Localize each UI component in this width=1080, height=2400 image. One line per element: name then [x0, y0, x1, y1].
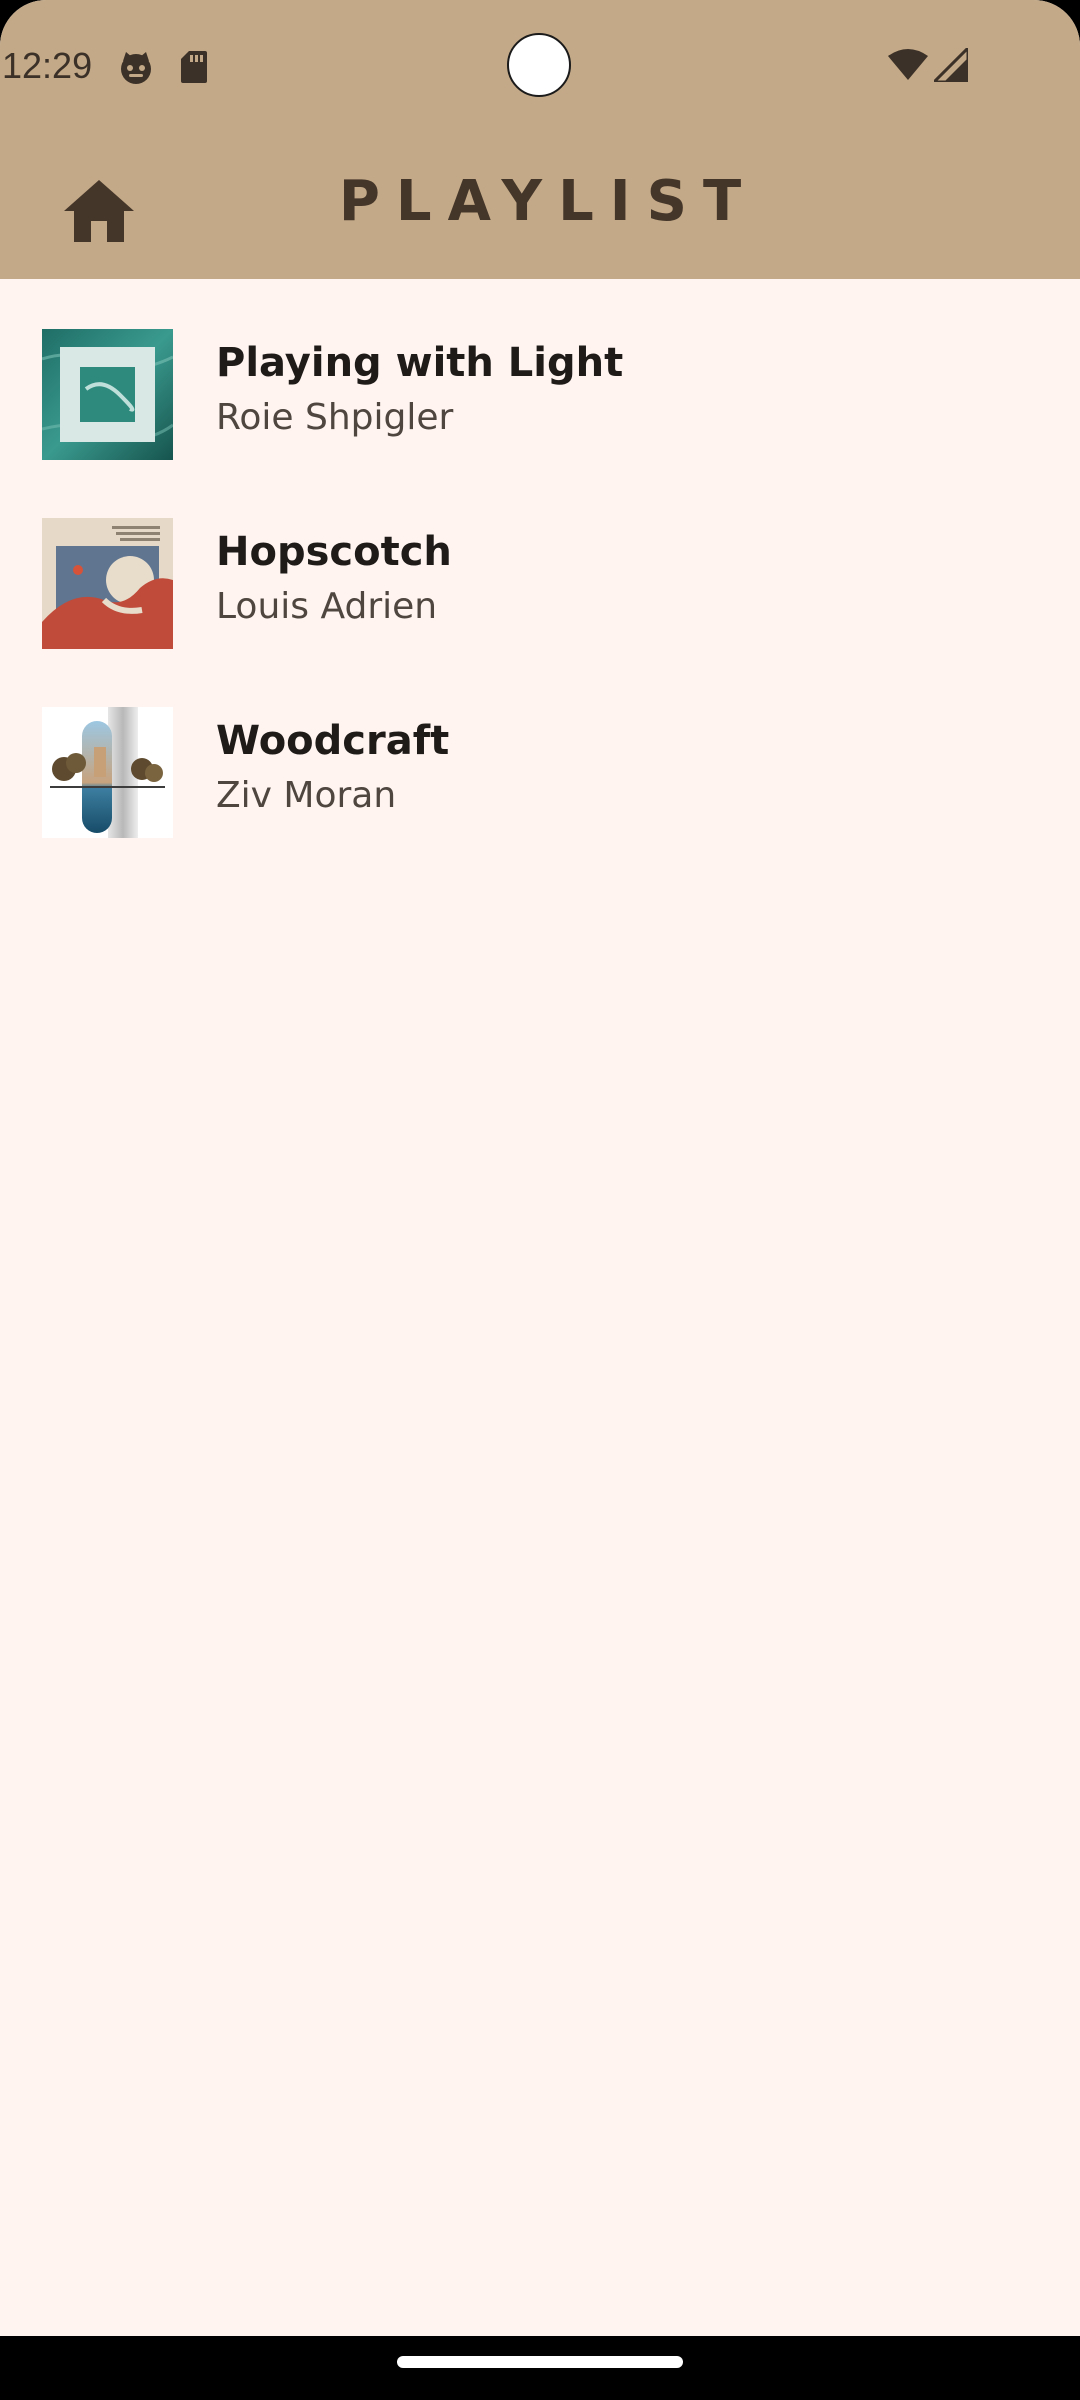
app-bar: PLAYLIST [0, 130, 1080, 279]
track-row[interactable]: Woodcraft Ziv Moran [0, 657, 1080, 838]
sd-card-icon [181, 51, 207, 83]
wifi-icon [888, 49, 928, 80]
album-art [42, 329, 173, 460]
navigation-bar [0, 2336, 1080, 2400]
gesture-handle[interactable] [397, 2356, 683, 2368]
app-screen: 12:29 PLAYLIST Playing with Light Roie S… [0, 0, 1080, 2400]
cat-face-icon [121, 52, 151, 84]
track-row[interactable]: Playing with Light Roie Shpigler [0, 279, 1080, 460]
track-artist: Roie Shpigler [216, 397, 454, 438]
camera-cutout [507, 33, 571, 97]
track-title: Playing with Light [216, 340, 624, 386]
track-artist: Louis Adrien [216, 586, 438, 627]
cell-signal-icon [934, 48, 968, 82]
album-art [42, 518, 173, 649]
home-icon [64, 180, 134, 242]
status-bar: 12:29 [0, 0, 1080, 130]
track-title: Hopscotch [216, 529, 452, 575]
page-title: PLAYLIST [338, 169, 758, 234]
album-art [42, 707, 173, 838]
track-row[interactable]: Hopscotch Louis Adrien [0, 468, 1080, 649]
track-title: Woodcraft [216, 718, 450, 764]
track-artist: Ziv Moran [216, 775, 397, 816]
status-time: 12:29 [2, 45, 93, 86]
home-button[interactable] [58, 170, 140, 252]
